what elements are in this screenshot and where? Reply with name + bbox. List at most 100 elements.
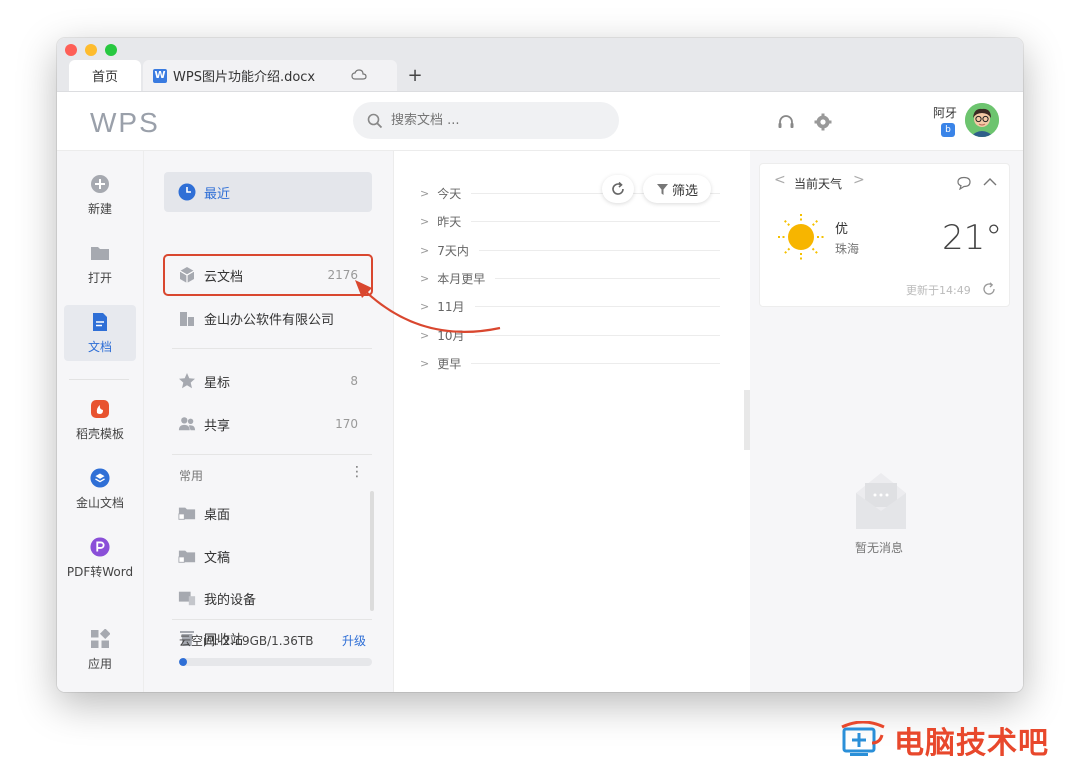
nav-new[interactable]: 新建 (64, 167, 136, 223)
category-recent[interactable]: 最近 (164, 172, 372, 212)
time-group-7days[interactable]: >7天内 (420, 240, 720, 260)
weather-title: 当前天气 (794, 177, 843, 191)
filter-button[interactable]: 筛选 (643, 175, 711, 203)
nav-documents-label: 文档 (87, 339, 112, 354)
chevron-right-icon: > (420, 271, 430, 285)
more-options-button[interactable]: ⋮ (350, 464, 364, 480)
people-icon (178, 415, 196, 433)
cloud-icon[interactable] (351, 68, 367, 82)
cube-icon (178, 266, 196, 284)
time-group-earlier[interactable]: > 更早 (420, 353, 720, 373)
search-input[interactable] (389, 112, 593, 129)
apps-icon (90, 628, 110, 649)
category-starred-label: 星标 (204, 375, 231, 391)
group-divider (478, 249, 720, 251)
nav-open[interactable]: 打开 (64, 236, 136, 292)
time-group-yesterday[interactable]: > 昨天 (420, 211, 720, 231)
watermark-logo-icon (841, 721, 885, 756)
time-group-november[interactable]: >11月 (420, 296, 720, 316)
chevron-right-icon: > (420, 356, 430, 370)
docer-icon (90, 399, 110, 419)
clock-icon (178, 183, 196, 201)
wps-logo: WPS (90, 107, 160, 138)
weather-city: 珠海 (835, 242, 860, 256)
time-group-label: 本月更早 (437, 271, 486, 286)
chevron-right-icon: > (420, 328, 430, 342)
nav-documents[interactable]: 文档 (64, 305, 136, 361)
tab-document[interactable]: W WPS图片功能介绍.docx (143, 60, 397, 91)
close-window-button[interactable] (65, 44, 77, 56)
nav-apps[interactable]: 应用 (64, 622, 136, 678)
chevron-up-icon[interactable] (983, 177, 997, 187)
tab-home[interactable]: 首页 (69, 60, 141, 91)
category-company-label: 金山办公软件有限公司 (204, 312, 335, 328)
weather-card: < 当前天气 > 优 珠海 21° 更新于14:49 (759, 163, 1010, 307)
new-tab-button[interactable]: + (401, 60, 429, 91)
word-doc-icon: W (153, 68, 167, 83)
watermark: 电脑技术吧 (838, 718, 1049, 762)
devices-icon (178, 589, 196, 607)
tab-document-label: WPS图片功能介绍.docx (173, 70, 316, 85)
category-my-devices[interactable]: 我的设备 (164, 578, 372, 618)
time-group-label: 昨天 (437, 214, 462, 229)
upgrade-link[interactable]: 升级 (342, 632, 366, 649)
starred-count: 8 (350, 374, 358, 388)
group-divider (474, 334, 720, 336)
headset-icon[interactable] (776, 112, 796, 132)
chevron-right-icon: > (420, 214, 430, 228)
group-divider (495, 277, 720, 279)
nav-apps-label: 应用 (87, 656, 112, 671)
nav-new-label: 新建 (87, 201, 112, 216)
category-desktop-label: 桌面 (204, 507, 231, 523)
sun-icon (778, 214, 824, 260)
nav-divider (69, 379, 129, 380)
vip-badge: b (941, 123, 955, 137)
manuscripts-folder-icon (178, 547, 196, 565)
category-cloud-docs-label: 云文档 (204, 269, 244, 285)
username[interactable]: 阿牙 (933, 104, 957, 121)
minimize-window-button[interactable] (85, 44, 97, 56)
search-icon (367, 113, 383, 128)
search-box[interactable] (353, 102, 619, 139)
time-group-october[interactable]: >10月 (420, 325, 720, 345)
category-shared[interactable]: 共享 170 (164, 404, 372, 444)
category-desktop[interactable]: 桌面 (164, 493, 372, 533)
weather-updated-time: 更新于14:49 (906, 284, 971, 297)
cloud-storage-text: 云空间: 2.19GB/1.36TB (179, 634, 314, 648)
avatar[interactable] (965, 103, 999, 137)
chevron-left-icon[interactable]: < (774, 172, 786, 188)
refresh-icon[interactable] (982, 282, 996, 296)
chevron-right-icon: > (420, 186, 430, 200)
group-divider (474, 305, 720, 307)
group-divider (471, 362, 720, 364)
category-starred[interactable]: 星标 8 (164, 361, 372, 401)
chevron-right-icon: > (420, 299, 430, 313)
refresh-button[interactable] (602, 175, 634, 203)
nav-kdocs[interactable]: 金山文档 (64, 461, 136, 517)
desktop-folder-icon (178, 504, 196, 522)
chevron-right-icon: > (420, 243, 430, 257)
nav-kdocs-label: 金山文档 (75, 495, 124, 510)
nav-open-label: 打开 (87, 270, 112, 285)
star-icon (178, 372, 196, 390)
gear-icon[interactable] (813, 112, 833, 132)
maximize-window-button[interactable] (105, 44, 117, 56)
category-scrollbar[interactable] (370, 491, 374, 611)
common-section-label: 常用 (179, 469, 204, 483)
nav-docer-templates[interactable]: 稻壳模板 (64, 392, 136, 448)
filter-label: 筛选 (671, 183, 698, 199)
chevron-right-icon[interactable]: > (853, 172, 865, 188)
time-group-this-month[interactable]: > 本月更早 (420, 268, 720, 288)
time-group-label: 今天 (437, 186, 462, 201)
category-company[interactable]: 金山办公软件有限公司 (164, 298, 372, 338)
category-shared-label: 共享 (204, 418, 231, 434)
group-divider (471, 220, 720, 222)
category-cloud-docs[interactable]: 云文档 2176 (163, 254, 373, 296)
category-manuscripts[interactable]: 文稿 (164, 536, 372, 576)
app-header: WPS 阿牙 b (57, 92, 1023, 151)
nav-pdf-to-word[interactable]: PDF转Word (64, 530, 136, 586)
no-messages-text: 暂无消息 (855, 541, 904, 555)
chat-icon[interactable] (956, 176, 972, 190)
storage-progress-bar (179, 658, 372, 666)
document-icon (90, 312, 110, 332)
